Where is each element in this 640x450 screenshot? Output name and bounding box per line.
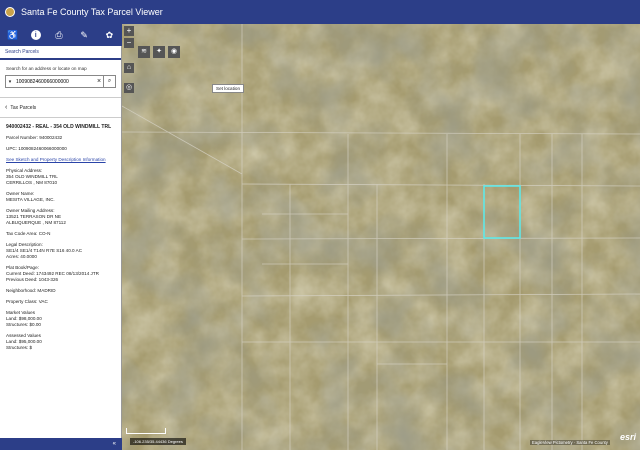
attribution: EagleView Pictometry · Santa Fe County <box>530 440 610 445</box>
globe-icon[interactable]: ✿ <box>102 28 116 42</box>
assessed-structures: Structures: $ <box>6 345 33 350</box>
search-hint: Search for an address or locate on map <box>6 66 87 71</box>
panel-collapse-button[interactable]: « <box>0 438 122 450</box>
chevron-left-icon[interactable]: ‹ <box>5 104 7 111</box>
sketch-link[interactable]: See Sketch and Property Description Info… <box>6 157 115 163</box>
divider <box>0 117 121 118</box>
info-icon[interactable]: i <box>30 30 41 40</box>
toolbar: ♿ i ⎙ ✎ ✿ <box>0 24 122 46</box>
layers-icon[interactable]: ≋ <box>138 46 150 58</box>
scale-bar <box>126 428 166 434</box>
aerial-imagery <box>122 24 640 450</box>
search-icon: ⌕ <box>107 78 112 84</box>
map-view[interactable] <box>122 24 640 450</box>
breadcrumb[interactable]: ‹ Tax Parcels <box>5 104 121 111</box>
clear-icon[interactable]: × <box>95 78 103 85</box>
divider <box>0 97 121 98</box>
zoom-out-button[interactable]: − <box>124 38 134 48</box>
double-chevron-left-icon: « <box>112 441 116 447</box>
app-title: Santa Fe County Tax Parcel Viewer <box>21 7 163 17</box>
map-widget-buttons: ≋ ✦ ◉ <box>138 46 183 58</box>
search-input[interactable] <box>14 78 95 85</box>
tab-search-parcels[interactable]: Search Parcels <box>0 46 121 60</box>
tab-search-parcels-label: Search Parcels <box>5 49 39 55</box>
county-seal-icon <box>5 7 15 17</box>
wheelchair-icon[interactable]: ♿ <box>6 28 20 42</box>
breadcrumb-label: Tax Parcels <box>10 104 37 111</box>
print-icon[interactable]: ⎙ <box>52 28 66 42</box>
locate-tooltip: Set location <box>212 84 245 93</box>
esri-logo: esri <box>620 432 637 442</box>
search-panel: Search Parcels Search for an address or … <box>0 46 122 438</box>
search-source-dropdown[interactable]: ▾ <box>6 79 14 85</box>
pencil-icon[interactable]: ✎ <box>77 28 91 42</box>
search-box: ▾ × ⌕ <box>5 75 116 88</box>
search-button[interactable]: ⌕ <box>103 76 115 87</box>
zoom-controls: + − <box>124 26 134 50</box>
eye-icon[interactable]: ◉ <box>168 46 180 58</box>
zoom-in-button[interactable]: + <box>124 26 134 36</box>
parcel-header: 940002432 - REAL - 354 OLD WINDMILL TRL <box>6 124 112 130</box>
coordinate-readout: -106.235/35.44436 Degrees <box>130 438 186 445</box>
locate-icon[interactable]: ◎ <box>124 83 134 93</box>
home-icon[interactable]: ⌂ <box>124 63 134 73</box>
bulb-icon[interactable]: ✦ <box>153 46 165 58</box>
app-header: Santa Fe County Tax Parcel Viewer <box>0 0 640 24</box>
